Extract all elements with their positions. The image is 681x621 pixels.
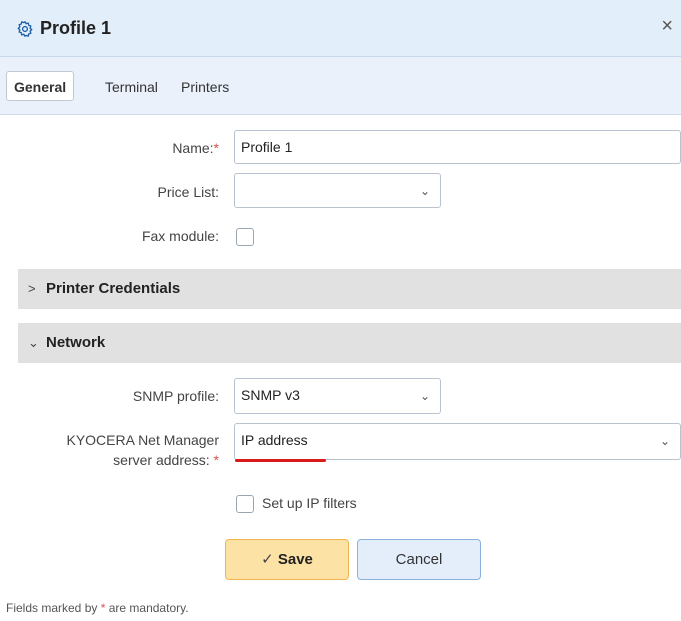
save-button[interactable]: ✓ Save xyxy=(225,539,349,580)
required-marker: * xyxy=(213,452,219,468)
fax-module-label: Fax module: xyxy=(141,228,219,244)
name-label: Name:* xyxy=(172,140,219,156)
fax-module-checkbox[interactable] xyxy=(236,228,254,246)
price-list-select[interactable]: ⌄ xyxy=(234,173,441,208)
required-marker: * xyxy=(213,140,219,156)
ip-filters-label[interactable]: Set up IP filters xyxy=(262,495,357,511)
annotation-underline xyxy=(235,459,326,462)
check-icon: ✓ xyxy=(261,551,274,568)
kyocera-server-address-select[interactable]: IP address ⌄ xyxy=(234,423,681,460)
name-input[interactable]: Profile 1 xyxy=(234,130,681,164)
section-printer-credentials[interactable]: > Printer Credentials xyxy=(18,269,681,309)
dialog-titlebar: Profile 1 × xyxy=(0,0,681,57)
close-button[interactable]: × xyxy=(661,16,673,36)
required-marker: * xyxy=(100,601,106,615)
chevron-right-icon: > xyxy=(28,281,36,296)
tab-bar: General Terminal Printers xyxy=(0,57,681,115)
cancel-button[interactable]: Cancel xyxy=(357,539,481,580)
snmp-profile-select[interactable]: SNMP v3 ⌄ xyxy=(234,378,441,414)
chevron-down-icon: ⌄ xyxy=(419,389,430,403)
tab-terminal[interactable]: Terminal xyxy=(105,72,158,102)
kyocera-server-label: KYOCERA Net Manager server address: * xyxy=(66,432,219,468)
snmp-profile-label: SNMP profile: xyxy=(132,388,219,404)
ip-filters-checkbox[interactable] xyxy=(236,495,254,513)
chevron-down-icon: ⌄ xyxy=(28,335,39,350)
chevron-down-icon: ⌄ xyxy=(659,434,670,448)
chevron-down-icon: ⌄ xyxy=(419,184,430,198)
tab-printers[interactable]: Printers xyxy=(181,72,229,102)
dialog-title: Profile 1 xyxy=(40,18,112,38)
tab-general[interactable]: General xyxy=(6,71,75,101)
section-network[interactable]: ⌄ Network xyxy=(18,323,681,363)
price-list-label: Price List: xyxy=(157,184,219,200)
mandatory-fields-note: Fields marked by * are mandatory. xyxy=(6,601,189,615)
gear-icon xyxy=(17,21,33,37)
